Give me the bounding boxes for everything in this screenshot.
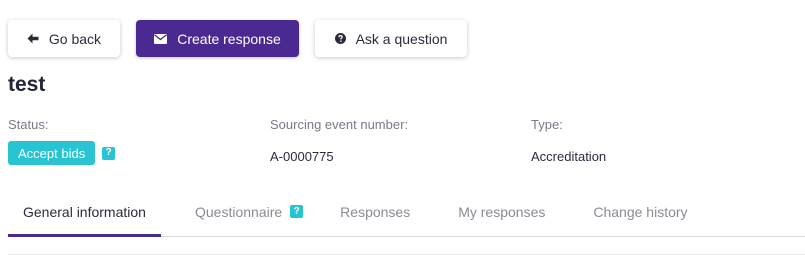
tab-questionnaire[interactable]: Questionnaire ? bbox=[180, 187, 318, 236]
tab-general-information[interactable]: General information bbox=[8, 187, 161, 237]
page: Go back Create response Ask a question t… bbox=[0, 0, 805, 256]
status-label: Status: bbox=[8, 117, 49, 132]
tab-label: Questionnaire bbox=[195, 203, 283, 220]
tab-label: Responses bbox=[340, 203, 411, 220]
go-back-label: Go back bbox=[48, 30, 102, 47]
content-divider bbox=[8, 254, 805, 255]
sourcing-event-number-label: Sourcing event number: bbox=[270, 117, 409, 132]
status-badge: Accept bids bbox=[8, 141, 96, 165]
question-circle-icon bbox=[334, 33, 346, 44]
tab-label: Change history bbox=[593, 203, 688, 220]
tab-bar: General information Questionnaire ? Resp… bbox=[8, 187, 805, 237]
status-help-icon[interactable]: ? bbox=[102, 146, 116, 160]
create-response-label: Create response bbox=[177, 30, 281, 47]
type-field: Type: Accreditation bbox=[531, 117, 606, 164]
envelope-icon bbox=[154, 33, 168, 44]
arrow-left-icon bbox=[27, 33, 39, 44]
type-label: Type: bbox=[531, 117, 563, 132]
sourcing-event-number-value: A-0000775 bbox=[270, 149, 334, 164]
tab-responses[interactable]: Responses bbox=[325, 187, 425, 236]
status-field: Status: bbox=[8, 117, 48, 132]
tab-label: My responses bbox=[458, 203, 546, 220]
sourcing-event-number-field: Sourcing event number: A-0000775 bbox=[270, 117, 408, 164]
tab-change-history[interactable]: Change history bbox=[578, 187, 702, 236]
ask-question-button[interactable]: Ask a question bbox=[315, 20, 467, 57]
go-back-button[interactable]: Go back bbox=[8, 20, 120, 57]
tab-label: General information bbox=[23, 203, 146, 220]
action-bar: Go back Create response Ask a question bbox=[8, 20, 467, 57]
status-row: Accept bids ? bbox=[8, 141, 116, 165]
create-response-button[interactable]: Create response bbox=[136, 20, 299, 57]
tab-my-responses[interactable]: My responses bbox=[443, 187, 560, 236]
type-value: Accreditation bbox=[531, 149, 607, 164]
page-title: test bbox=[8, 73, 46, 96]
ask-question-label: Ask a question bbox=[355, 30, 448, 47]
questionnaire-help-icon[interactable]: ? bbox=[290, 205, 304, 218]
